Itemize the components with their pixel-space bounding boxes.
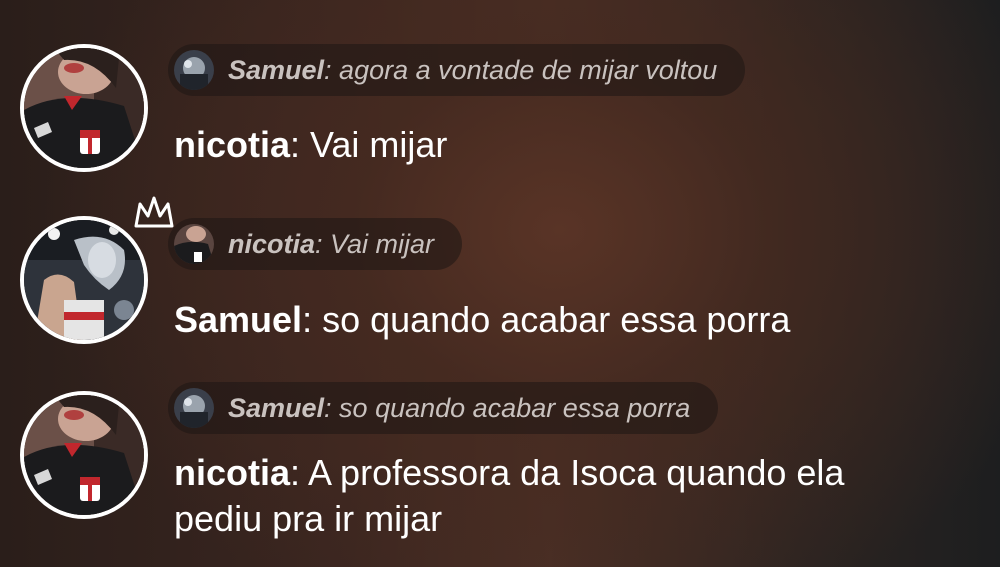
message-author[interactable]: nicotia	[174, 124, 290, 165]
user-avatar-samuel-icon	[24, 220, 144, 340]
message-body: nicotia: Vai mijar	[174, 122, 964, 168]
quote-avatar-nicotia-icon	[174, 224, 214, 264]
quote-text: Samuel: agora a vontade de mijar voltou	[228, 55, 717, 86]
message-text: : Vai mijar	[290, 124, 448, 165]
message-author[interactable]: nicotia	[174, 452, 290, 493]
quote-body: : so quando acabar essa porra	[324, 392, 691, 423]
message-author[interactable]: Samuel	[174, 299, 302, 340]
quote-avatar-samuel-icon	[174, 50, 214, 90]
avatar-nicotia[interactable]	[20, 391, 148, 519]
message-body: nicotia: A professora da Isoca quando el…	[174, 450, 934, 542]
quote-avatar-samuel-icon	[174, 388, 214, 428]
quote-text: Samuel: so quando acabar essa porra	[228, 393, 690, 424]
avatar-wrap[interactable]	[20, 44, 148, 172]
quote-author: nicotia	[228, 228, 316, 259]
quoted-reply[interactable]: Samuel: agora a vontade de mijar voltou	[168, 44, 746, 96]
quoted-reply[interactable]: Samuel: so quando acabar essa porra	[168, 382, 719, 434]
message-body: Samuel: so quando acabar essa porra	[174, 297, 964, 343]
avatar-nicotia[interactable]	[20, 44, 148, 172]
avatar-wrap[interactable]	[20, 196, 174, 344]
message-text: : so quando acabar essa porra	[302, 299, 791, 340]
quote-author: Samuel	[228, 392, 325, 423]
user-avatar-nicotia-icon	[24, 395, 144, 515]
quote-text: nicotia: Vai mijar	[228, 229, 434, 260]
quoted-reply[interactable]: nicotia: Vai mijar	[168, 218, 463, 270]
quote-body: : agora a vontade de mijar voltou	[324, 54, 718, 85]
avatar-samuel[interactable]	[20, 216, 148, 344]
user-avatar-nicotia-icon	[24, 48, 144, 168]
avatar-wrap[interactable]	[20, 391, 148, 519]
crown-icon	[134, 196, 174, 228]
chat-thread: Samuel: agora a vontade de mijar voltou …	[0, 0, 1000, 567]
quote-author: Samuel	[228, 54, 325, 85]
quote-body: : Vai mijar	[315, 228, 435, 259]
